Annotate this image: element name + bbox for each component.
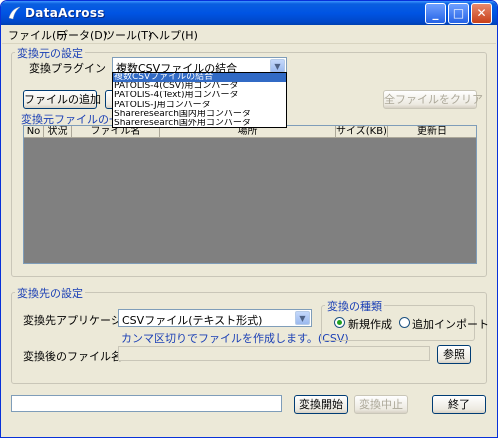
start-conversion-button[interactable]: 変換開始	[294, 395, 348, 414]
col-updated[interactable]: 更新日	[388, 126, 476, 138]
plugin-dropdown-list[interactable]: 複数CSVファイルの結合 PATOLIS-4(CSV)用コンバータ PATOLI…	[112, 72, 287, 128]
kind-new-label[interactable]: 新規作成	[348, 316, 392, 332]
kind-new-radio[interactable]	[334, 317, 345, 328]
chevron-down-icon[interactable]: ▼	[270, 59, 285, 73]
browse-button[interactable]: 参照	[437, 345, 471, 364]
title-bar: DataAcross _ □ ✕	[1, 1, 497, 25]
conversion-kind-title: 変換の種類	[325, 298, 384, 314]
app-icon	[8, 6, 21, 20]
col-no[interactable]: No	[24, 126, 44, 138]
plugin-option[interactable]: PATOLIS-J用コンバータ	[113, 101, 286, 110]
window-title: DataAcross	[25, 6, 105, 20]
plugin-option[interactable]: PATOLIS-4(CSV)用コンバータ	[113, 82, 286, 91]
source-settings-title: 変換元の設定	[15, 45, 85, 61]
dest-settings-title: 変換先の設定	[15, 285, 85, 301]
plugin-option[interactable]: 複数CSVファイルの結合	[113, 73, 286, 83]
col-status[interactable]: 状況	[44, 126, 72, 138]
dest-app-select[interactable]: CSVファイル(テキスト形式) ▼	[118, 309, 312, 327]
exit-button[interactable]: 終了	[432, 395, 486, 414]
kind-append-radio[interactable]	[399, 317, 410, 328]
dest-app-hint: カンマ区切りでファイルを作成します。(CSV)	[121, 332, 349, 345]
menu-help[interactable]: ヘルプ(H)	[148, 27, 198, 43]
chevron-down-icon[interactable]: ▼	[295, 311, 310, 325]
menu-bar: ファイル(F) データ(D) ツール(T) ヘルプ(H)	[2, 25, 496, 44]
plugin-label: 変換プラグイン	[29, 62, 106, 75]
minimize-button[interactable]: _	[425, 3, 446, 24]
plugin-option[interactable]: Shareresearch国外用コンバータ	[113, 119, 286, 128]
clear-all-files-button: 全ファイルをクリア	[383, 90, 483, 109]
plugin-option[interactable]: PATOLIS-4(Text)用コンバータ	[113, 91, 286, 100]
kind-append-label[interactable]: 追加インポート	[412, 316, 489, 332]
col-size[interactable]: サイズ(KB)	[336, 126, 388, 138]
plugin-option[interactable]: Shareresearch国内用コンバータ	[113, 110, 286, 119]
main-window: DataAcross _ □ ✕ ファイル(F) データ(D) ツール(T) ヘ…	[0, 0, 498, 438]
menu-tools[interactable]: ツール(T)	[104, 27, 152, 43]
file-list[interactable]: No 状況 ファイル名 場所 サイズ(KB) 更新日	[23, 125, 477, 264]
menu-data[interactable]: データ(D)	[57, 27, 107, 43]
add-file-button[interactable]: ファイルの追加	[23, 90, 101, 109]
output-filename-label: 変換後のファイル名	[23, 350, 122, 363]
maximize-button[interactable]: □	[448, 3, 469, 24]
output-filename-field	[118, 346, 430, 361]
close-button[interactable]: ✕	[471, 3, 492, 24]
stop-conversion-button: 変換中止	[354, 395, 408, 414]
dest-app-select-value: CSVファイル(テキスト形式)	[122, 314, 263, 327]
status-field[interactable]	[11, 395, 282, 412]
